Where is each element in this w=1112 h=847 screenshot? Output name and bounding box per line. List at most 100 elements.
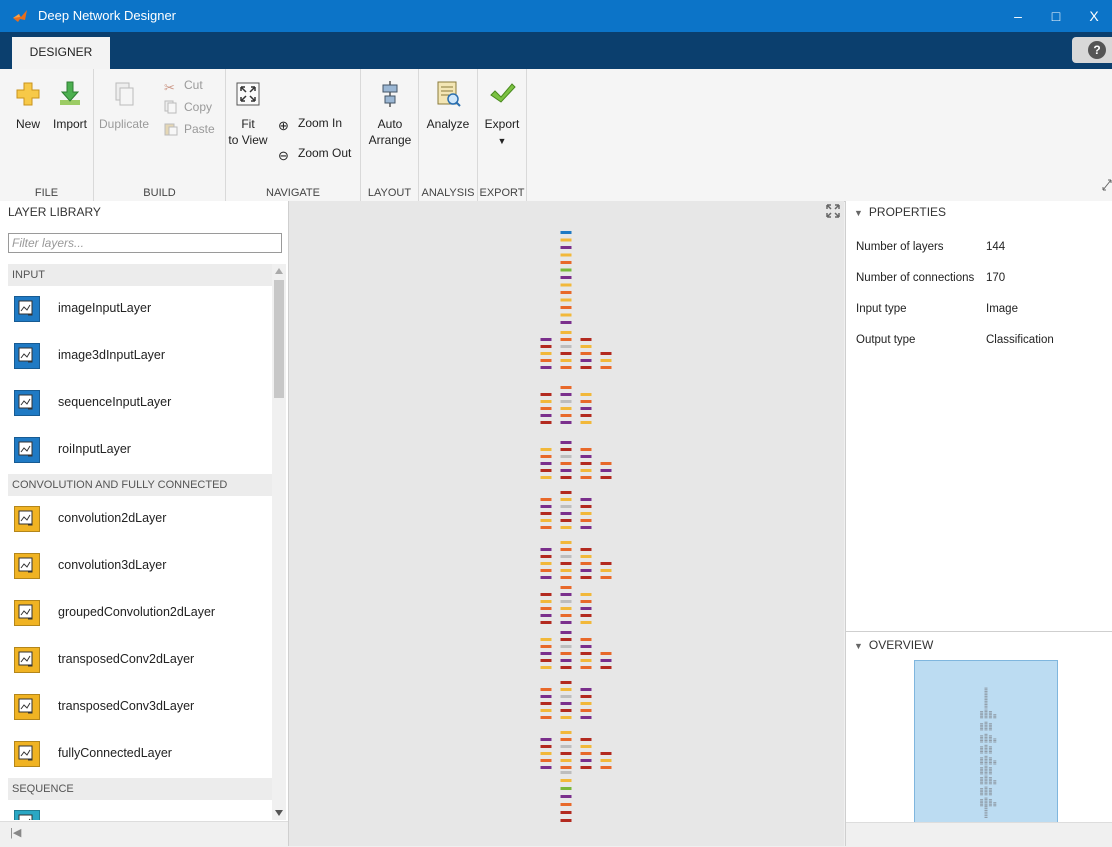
network-layer-node[interactable]: [580, 414, 592, 417]
network-layer-node[interactable]: [560, 731, 572, 734]
network-layer-node[interactable]: [580, 455, 592, 458]
network-layer-node[interactable]: [560, 681, 572, 684]
help-button[interactable]: ?: [1072, 37, 1112, 63]
network-layer-node[interactable]: [600, 652, 612, 655]
network-layer-node[interactable]: [580, 498, 592, 501]
network-layer-node[interactable]: [560, 491, 572, 494]
network-layer-node[interactable]: [540, 555, 552, 558]
layer-item[interactable]: sequenceInputLayer: [8, 380, 272, 427]
network-layer-node[interactable]: [540, 576, 552, 579]
filter-layers-input[interactable]: Filter layers...: [8, 233, 282, 253]
network-layer-node[interactable]: [580, 638, 592, 641]
network-layer-node[interactable]: [580, 400, 592, 403]
network-layer-node[interactable]: [540, 614, 552, 617]
network-layer-node[interactable]: [560, 505, 572, 508]
network-layer-node[interactable]: [580, 562, 592, 565]
network-layer-node[interactable]: [560, 462, 572, 465]
library-vertical-scrollbar[interactable]: [272, 264, 286, 820]
network-layer-node[interactable]: [560, 246, 572, 249]
network-layer-node[interactable]: [540, 688, 552, 691]
network-layer-node[interactable]: [540, 400, 552, 403]
network-layer-node[interactable]: [560, 238, 572, 242]
network-layer-node[interactable]: [580, 393, 592, 396]
network-layer-node[interactable]: [540, 469, 552, 472]
overview-header[interactable]: ▼ OVERVIEW: [854, 638, 933, 652]
network-layer-node[interactable]: [560, 253, 572, 257]
network-layer-node[interactable]: [580, 652, 592, 655]
close-button[interactable]: X: [1079, 4, 1109, 28]
network-layer-node[interactable]: [580, 738, 592, 741]
tab-designer[interactable]: DESIGNER: [12, 37, 110, 69]
network-layer-node[interactable]: [540, 652, 552, 655]
network-layer-node[interactable]: [580, 519, 592, 522]
network-layer-node[interactable]: [580, 576, 592, 579]
library-horizontal-scrollbar[interactable]: |◀: [0, 821, 288, 847]
network-layer-node[interactable]: [540, 702, 552, 705]
network-layer-node[interactable]: [600, 569, 612, 572]
network-layer-node[interactable]: [560, 283, 572, 287]
network-layer-node[interactable]: [540, 476, 552, 479]
zoom-in-button[interactable]: ⊕ Zoom In: [278, 115, 342, 133]
network-layer-node[interactable]: [540, 695, 552, 698]
network-layer-node[interactable]: [580, 666, 592, 669]
overview-viewport[interactable]: [914, 660, 1058, 824]
network-layer-node[interactable]: [560, 448, 572, 451]
network-layer-node[interactable]: [540, 526, 552, 529]
network-layer-node[interactable]: [540, 345, 552, 348]
network-layer-node[interactable]: [560, 331, 572, 334]
network-layer-node[interactable]: [560, 291, 572, 294]
network-layer-node[interactable]: [580, 366, 592, 369]
network-canvas[interactable]: [289, 201, 844, 846]
network-layer-node[interactable]: [580, 526, 592, 529]
network-layer-node[interactable]: [560, 811, 572, 814]
network-layer-node[interactable]: [540, 607, 552, 610]
zoom-out-button[interactable]: ⊖ Zoom Out: [278, 145, 351, 163]
network-layer-node[interactable]: [560, 455, 572, 458]
network-layer-node[interactable]: [580, 505, 592, 508]
network-layer-node[interactable]: [560, 716, 572, 719]
network-layer-node[interactable]: [580, 448, 592, 451]
network-layer-node[interactable]: [540, 455, 552, 458]
network-layer-node[interactable]: [540, 766, 552, 769]
network-layer-node[interactable]: [560, 593, 572, 596]
layer-item[interactable]: convolution2dLayer: [8, 496, 272, 543]
network-layer-node[interactable]: [540, 352, 552, 355]
layer-item[interactable]: roiInputLayer: [8, 427, 272, 474]
cut-button[interactable]: ✂ Cut: [164, 77, 203, 95]
network-layer-node[interactable]: [560, 562, 572, 565]
network-layer-node[interactable]: [540, 414, 552, 417]
layer-item[interactable]: convolution3dLayer: [8, 543, 272, 590]
network-layer-node[interactable]: [540, 462, 552, 465]
network-layer-node[interactable]: [540, 716, 552, 719]
network-layer-node[interactable]: [560, 652, 572, 655]
network-layer-node[interactable]: [580, 569, 592, 572]
auto-arrange-button[interactable]: Auto Arrange: [367, 80, 413, 148]
network-layer-node[interactable]: [540, 593, 552, 596]
collapse-toolstrip-icon[interactable]: [1102, 179, 1112, 191]
network-layer-node[interactable]: [580, 607, 592, 610]
network-layer-node[interactable]: [580, 614, 592, 617]
network-layer-node[interactable]: [560, 819, 572, 822]
network-layer-node[interactable]: [560, 366, 572, 369]
layer-item[interactable]: transposedConv3dLayer: [8, 684, 272, 731]
network-layer-node[interactable]: [560, 338, 572, 341]
network-layer-node[interactable]: [560, 441, 572, 444]
network-layer-node[interactable]: [560, 688, 572, 691]
copy-button[interactable]: Copy: [164, 99, 212, 115]
network-layer-node[interactable]: [560, 386, 572, 389]
analyze-button[interactable]: Analyze: [423, 80, 473, 132]
network-layer-node[interactable]: [560, 541, 572, 544]
network-layer-node[interactable]: [580, 745, 592, 748]
network-layer-node[interactable]: [580, 716, 592, 719]
network-layer-node[interactable]: [580, 338, 592, 341]
network-layer-node[interactable]: [560, 345, 572, 348]
network-layer-node[interactable]: [600, 476, 612, 479]
network-layer-node[interactable]: [580, 512, 592, 515]
network-layer-node[interactable]: [540, 562, 552, 565]
network-layer-node[interactable]: [560, 645, 572, 648]
network-layer-node[interactable]: [540, 569, 552, 572]
network-layer-node[interactable]: [580, 469, 592, 472]
network-layer-node[interactable]: [580, 352, 592, 355]
network-layer-node[interactable]: [560, 702, 572, 705]
network-layer-node[interactable]: [560, 759, 572, 762]
